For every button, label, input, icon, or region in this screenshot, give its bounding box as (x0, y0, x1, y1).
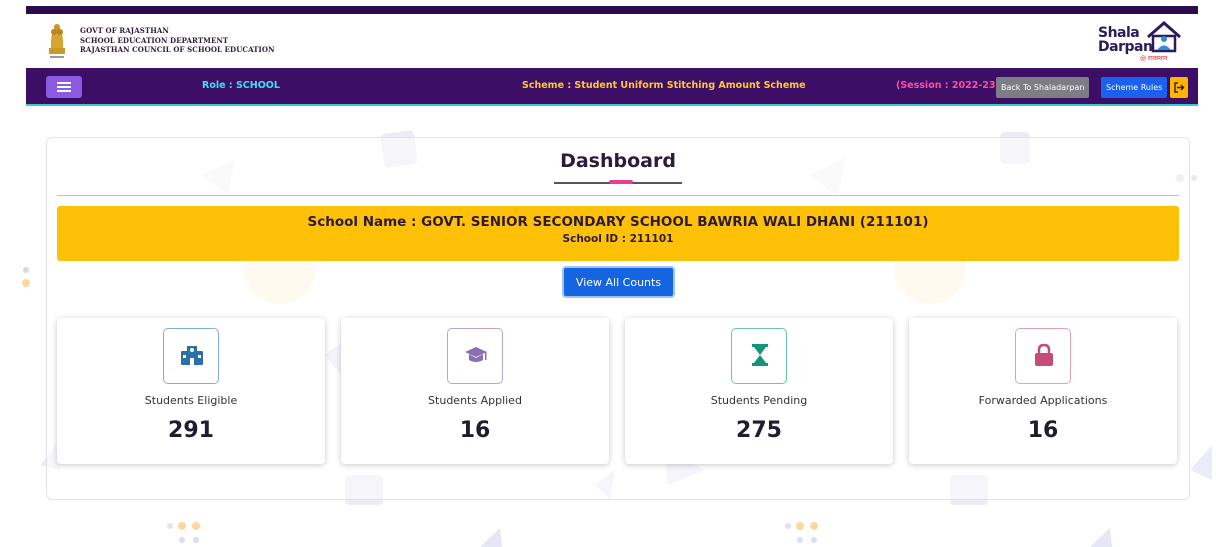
stat-label: Students Applied (428, 394, 522, 407)
stat-label: Students Eligible (144, 394, 238, 407)
shala-darpan-logo[interactable]: Shala Darpan @ राजस्थान (1088, 17, 1188, 65)
site-header: GOVT OF RAJASTHAN SCHOOL EDUCATION DEPAR… (26, 14, 1198, 68)
org-title: GOVT OF RAJASTHAN SCHOOL EDUCATION DEPAR… (80, 26, 275, 55)
stat-label: Students Pending (710, 394, 808, 407)
org-line-2: SCHOOL EDUCATION DEPARTMENT (80, 35, 229, 45)
scheme-label: Scheme : Student Uniform Stitching Amoun… (522, 80, 806, 91)
org-line-3: RAJASTHAN COUNCIL OF SCHOOL EDUCATION (80, 45, 275, 54)
org-line-1: GOVT OF RAJASTHAN (80, 26, 169, 35)
hamburger-line-icon (57, 82, 71, 84)
hamburger-line-icon (57, 86, 71, 88)
stat-icon-frame (731, 328, 787, 384)
school-name: School Name : GOVT. SENIOR SECONDARY SCH… (307, 214, 929, 230)
stat-card-students-eligible[interactable]: Students Eligible 291 (57, 318, 325, 464)
stat-icon-frame (1015, 328, 1071, 384)
session-label: (Session : 2022-23) (896, 80, 1000, 91)
title-accent (609, 180, 633, 184)
menu-toggle-button[interactable] (46, 76, 82, 98)
stat-card-students-applied[interactable]: Students Applied 16 (341, 318, 609, 464)
role-label: Role : SCHOOL (202, 80, 280, 91)
state-emblem-icon (49, 24, 65, 58)
logout-button[interactable] (1170, 77, 1188, 98)
logout-icon (1174, 82, 1185, 93)
house-icon (1147, 21, 1181, 53)
lock-icon (1035, 343, 1053, 366)
hourglass-icon (752, 344, 768, 366)
stat-value: 275 (736, 418, 782, 443)
stat-card-students-pending[interactable]: Students Pending 275 (625, 318, 893, 464)
back-to-shaladarpan-button[interactable]: Back To Shaladarpan (996, 77, 1090, 98)
stat-icon-frame (447, 328, 503, 384)
stat-value: 291 (168, 418, 214, 443)
top-navbar: Role : SCHOOL Scheme : Student Uniform S… (26, 68, 1198, 106)
title-divider (57, 195, 1179, 196)
school-info-banner: School Name : GOVT. SENIOR SECONDARY SCH… (57, 206, 1179, 261)
stat-label: Forwarded Applications (978, 394, 1108, 407)
view-all-counts-button[interactable]: View All Counts (562, 266, 675, 298)
school-building-icon (181, 346, 203, 365)
scheme-rules-button[interactable]: Scheme Rules (1101, 77, 1168, 98)
stat-value: 16 (459, 418, 491, 443)
stat-icon-frame (163, 328, 219, 384)
hamburger-line-icon (57, 90, 71, 92)
school-id: School ID : 211101 (562, 233, 674, 245)
stat-card-forwarded-applications[interactable]: Forwarded Applications 16 (909, 318, 1177, 464)
page-title: Dashboard (560, 150, 676, 172)
top-strip (26, 6, 1198, 14)
graduation-cap-icon (465, 347, 487, 362)
logo-tagline: @ राजस्थान (1140, 55, 1168, 62)
stat-value: 16 (1027, 418, 1059, 443)
dashboard-panel: Dashboard School Name : GOVT. SENIOR SEC… (46, 137, 1190, 500)
